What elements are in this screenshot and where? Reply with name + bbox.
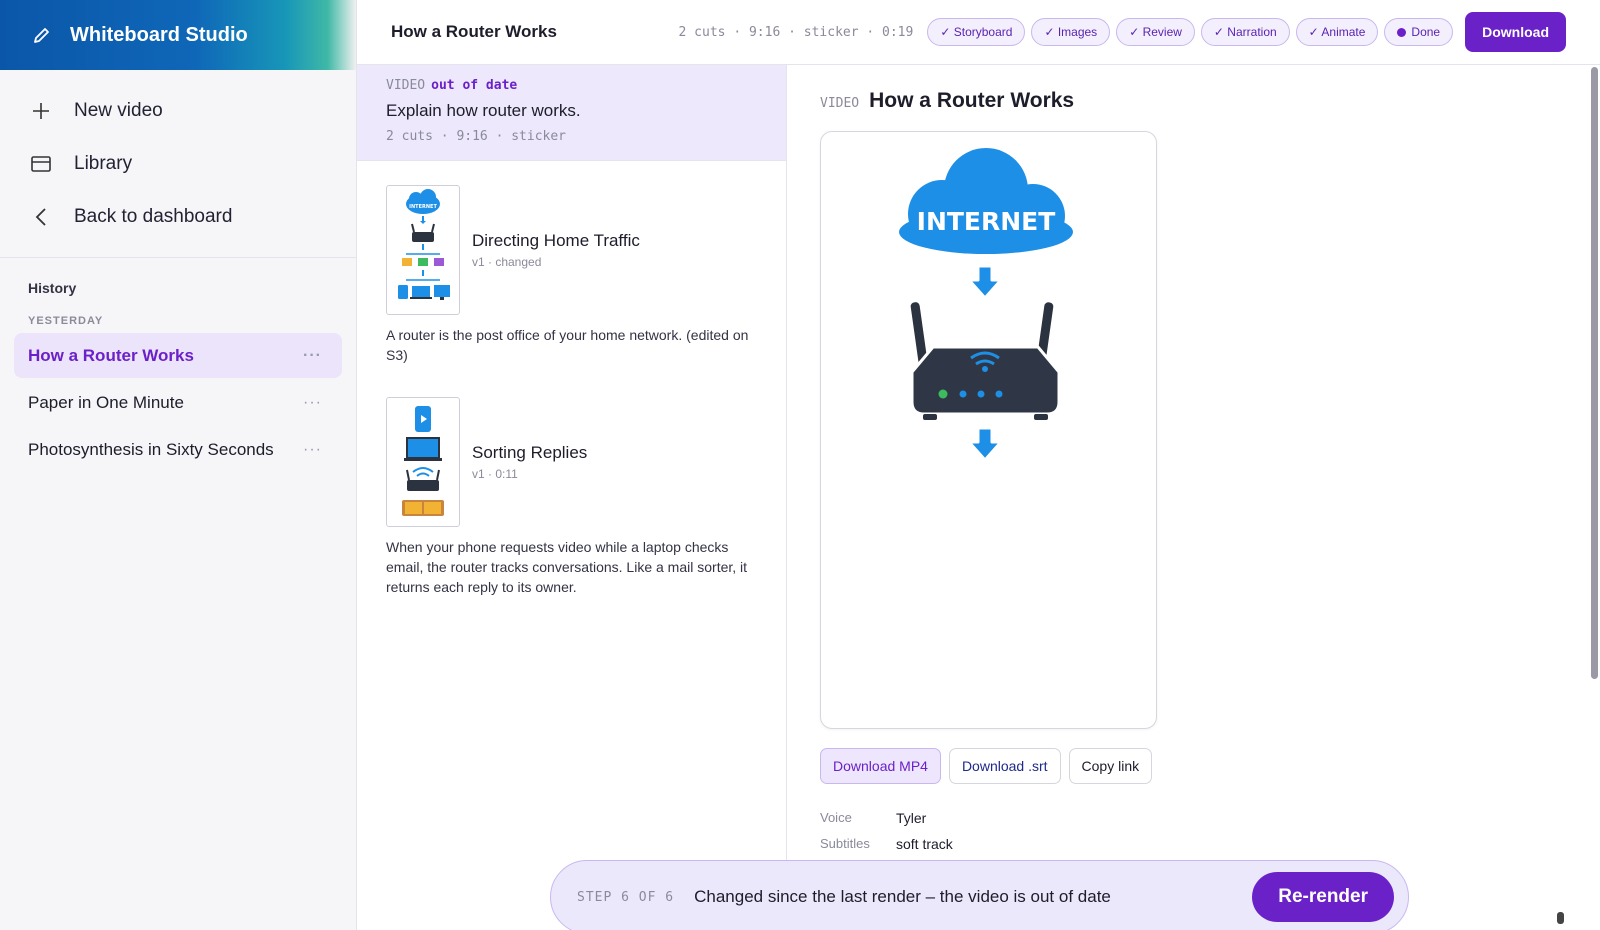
render-status-bar: STEP 6 OF 6 Changed since the last rende… bbox=[550, 860, 1409, 930]
step-chip-review[interactable]: ✓ Review bbox=[1116, 18, 1195, 46]
plus-icon bbox=[30, 100, 52, 122]
current-step-dot-icon bbox=[1397, 27, 1407, 37]
status-message: Changed since the last render – the vide… bbox=[694, 887, 1111, 906]
history-heading: History bbox=[28, 280, 77, 296]
scene-narration: When your phone requests video while a l… bbox=[386, 539, 748, 595]
nav-label: New video bbox=[74, 99, 163, 121]
scene-list: INTERNET Directing Home Traffic v1 · cha… bbox=[357, 161, 786, 597]
scene-version: v1 · changed bbox=[472, 255, 542, 269]
history-group-label: YESTERDAY bbox=[28, 315, 104, 327]
app-title: Whiteboard Studio bbox=[70, 23, 248, 46]
video-preview-frame[interactable]: INTERNET bbox=[820, 131, 1157, 729]
step-chip-done[interactable]: Done bbox=[1384, 18, 1454, 46]
history-item-label: Paper in One Minute bbox=[28, 392, 184, 412]
scene-title: Sorting Replies bbox=[472, 443, 588, 462]
preview-title: How a Router Works bbox=[869, 89, 1075, 112]
arrow-down-icon bbox=[967, 264, 1003, 300]
svg-text:INTERNET: INTERNET bbox=[409, 204, 437, 210]
download-mp4-button[interactable]: Download MP4 bbox=[820, 748, 941, 784]
copy-link-button[interactable]: Copy link bbox=[1068, 748, 1153, 784]
video-summary-card[interactable]: VIDEO out of date Explain how router work… bbox=[357, 65, 786, 161]
router-illustration: INTERNET bbox=[893, 140, 1079, 462]
video-prompt: Explain how router works. bbox=[386, 101, 581, 120]
step-chip-narration[interactable]: ✓ Narration bbox=[1200, 18, 1290, 46]
history-item-paper-in-one-minute[interactable]: Paper in One Minute ··· bbox=[14, 380, 342, 425]
detail-value: soft track bbox=[896, 836, 953, 852]
detail-row-subtitles: Subtitles soft track bbox=[820, 836, 953, 852]
video-preview-panel: VIDEO How a Router Works INTERNET Downlo… bbox=[787, 65, 1600, 930]
detail-row-voice: Voice Tyler bbox=[820, 810, 953, 826]
top-bar: How a Router Works 2 cuts · 9:16 · stick… bbox=[357, 0, 1600, 65]
step-chip-images[interactable]: ✓ Images bbox=[1031, 18, 1111, 46]
svg-text:INTERNET: INTERNET bbox=[917, 207, 1056, 236]
chevron-left-icon bbox=[30, 206, 52, 228]
more-options-icon[interactable]: ··· bbox=[303, 347, 322, 365]
scene-card[interactable]: Sorting Replies v1 · 0:11 When your phon… bbox=[386, 397, 757, 597]
nav-label: Library bbox=[74, 152, 133, 174]
video-meta: 2 cuts · 9:16 · sticker · 0:19 bbox=[678, 24, 914, 40]
page-title: How a Router Works bbox=[391, 22, 557, 41]
nav-label: Back to dashboard bbox=[74, 205, 233, 227]
preview-header: VIDEO How a Router Works bbox=[820, 89, 1074, 113]
video-card-header: VIDEO out of date bbox=[386, 78, 757, 93]
re-render-button[interactable]: Re-render bbox=[1252, 872, 1394, 922]
scene-card[interactable]: INTERNET Directing Home Traffic v1 · cha… bbox=[386, 185, 757, 365]
download-button[interactable]: Download bbox=[1465, 12, 1566, 52]
sidebar: Whiteboard Studio New video Library Back… bbox=[0, 0, 357, 930]
step-indicator: STEP 6 OF 6 bbox=[577, 889, 675, 905]
more-options-icon[interactable]: ··· bbox=[303, 441, 322, 459]
new-video-button[interactable]: New video bbox=[0, 84, 356, 137]
library-icon bbox=[30, 153, 52, 175]
pencil-icon bbox=[32, 25, 52, 45]
step-chip-storyboard[interactable]: ✓ Storyboard bbox=[927, 18, 1026, 46]
arrow-down-icon bbox=[967, 426, 1003, 462]
detail-key: Voice bbox=[820, 810, 852, 825]
video-card-meta: 2 cuts · 9:16 · sticker bbox=[386, 129, 567, 144]
library-link[interactable]: Library bbox=[0, 137, 356, 190]
cloud-icon: INTERNET bbox=[893, 140, 1079, 260]
scene-thumbnail[interactable] bbox=[386, 397, 460, 527]
scene-narration: A router is the post office of your home… bbox=[386, 327, 749, 363]
scrollbar[interactable] bbox=[1591, 67, 1598, 679]
scene-thumbnail[interactable]: INTERNET bbox=[386, 185, 460, 315]
preview-actions: Download MP4 Download .srt Copy link bbox=[820, 748, 1160, 784]
sidebar-nav: New video Library Back to dashboard bbox=[0, 70, 356, 258]
step-chip-label: Done bbox=[1411, 25, 1441, 39]
brand-header[interactable]: Whiteboard Studio bbox=[0, 0, 356, 70]
back-to-dashboard-link[interactable]: Back to dashboard bbox=[0, 190, 356, 243]
video-kind-label: VIDEO bbox=[386, 78, 426, 93]
detail-key: Subtitles bbox=[820, 836, 870, 851]
download-srt-button[interactable]: Download .srt bbox=[948, 748, 1061, 784]
status-badge: out of date bbox=[431, 78, 518, 93]
history-item-label: How a Router Works bbox=[28, 345, 194, 365]
scene-title: Directing Home Traffic bbox=[472, 231, 640, 250]
step-chip-animate[interactable]: ✓ Animate bbox=[1295, 18, 1379, 46]
preview-kind-label: VIDEO bbox=[820, 96, 860, 111]
history-item-how-a-router-works[interactable]: How a Router Works ··· bbox=[14, 333, 342, 378]
history-list: How a Router Works ··· Paper in One Minu… bbox=[0, 327, 356, 472]
history-item-photosynthesis[interactable]: Photosynthesis in Sixty Seconds ··· bbox=[14, 427, 342, 472]
router-icon bbox=[910, 302, 1061, 420]
detail-value: Tyler bbox=[896, 810, 927, 826]
scene-version: v1 · 0:11 bbox=[472, 467, 518, 481]
history-item-label: Photosynthesis in Sixty Seconds bbox=[28, 439, 274, 459]
storyboard-panel: VIDEO out of date Explain how router work… bbox=[357, 65, 787, 930]
video-details: Voice Tyler Subtitles soft track bbox=[820, 810, 953, 862]
scrollbar-thumb[interactable] bbox=[1557, 912, 1564, 924]
more-options-icon[interactable]: ··· bbox=[303, 394, 322, 412]
